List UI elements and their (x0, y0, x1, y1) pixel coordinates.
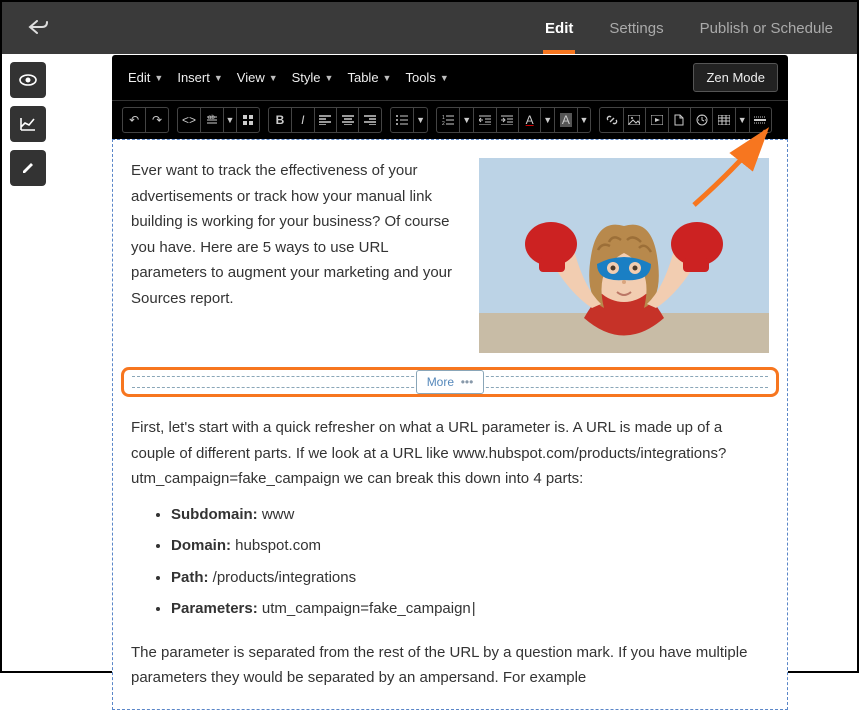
bullet-list-button[interactable] (391, 108, 413, 132)
find-replace-button[interactable]: ab (200, 108, 222, 132)
text-color-dropdown[interactable]: ▼ (540, 108, 554, 132)
editor: Edit▼ Insert▼ View▼ Style▼ Table▼ Tools▼… (112, 55, 788, 710)
content-editable-area[interactable]: Ever want to track the effectiveness of … (112, 139, 788, 710)
text-color-button[interactable]: A (518, 108, 540, 132)
page-button[interactable] (668, 108, 690, 132)
hr-button[interactable] (749, 108, 771, 132)
chevron-down-icon: ▼ (154, 73, 163, 83)
list-item: Subdomain: www (171, 502, 769, 528)
bg-color-button[interactable]: A (554, 108, 576, 132)
link-button[interactable] (600, 108, 622, 132)
preview-button[interactable] (10, 62, 46, 98)
source-code-button[interactable]: <> (178, 108, 200, 132)
tab-settings-label: Settings (609, 20, 663, 37)
chevron-down-icon: ▼ (269, 73, 278, 83)
analytics-button[interactable] (10, 106, 46, 142)
menu-edit[interactable]: Edit▼ (122, 66, 169, 89)
svg-text:2: 2 (442, 121, 445, 125)
number-list-button[interactable]: 12 (437, 108, 459, 132)
menu-tools[interactable]: Tools▼ (399, 66, 454, 89)
zen-mode-button[interactable]: Zen Mode (693, 63, 778, 92)
top-nav: Edit Settings Publish or Schedule (545, 2, 837, 54)
url-parts-list: Subdomain: www Domain: hubspot.com Path:… (171, 502, 769, 622)
bg-color-dropdown[interactable]: ▼ (577, 108, 591, 132)
special-char-button[interactable] (690, 108, 712, 132)
tab-settings[interactable]: Settings (609, 2, 663, 54)
list-item: Path: /products/integrations (171, 565, 769, 591)
number-list-dropdown[interactable]: ▼ (459, 108, 473, 132)
chevron-down-icon: ▼ (440, 73, 449, 83)
rich-text-toolbar: Edit▼ Insert▼ View▼ Style▼ Table▼ Tools▼… (112, 55, 788, 139)
tab-publish-label: Publish or Schedule (700, 20, 833, 37)
intro-paragraph: Ever want to track the effectiveness of … (131, 158, 465, 353)
refresher-paragraph: First, let's start with a quick refreshe… (131, 415, 769, 492)
undo-button[interactable]: ↶ (123, 108, 145, 132)
menu-style[interactable]: Style▼ (286, 66, 340, 89)
find-dropdown[interactable]: ▼ (223, 108, 237, 132)
menu-table[interactable]: Table▼ (341, 66, 397, 89)
redo-button[interactable]: ↷ (145, 108, 167, 132)
chevron-down-icon: ▼ (383, 73, 392, 83)
outdent-button[interactable] (473, 108, 495, 132)
menu-insert[interactable]: Insert▼ (171, 66, 228, 89)
edit-button[interactable] (10, 150, 46, 186)
list-item: Domain: hubspot.com (171, 533, 769, 559)
more-label: More (427, 375, 454, 389)
top-bar: Edit Settings Publish or Schedule (2, 2, 857, 54)
bullet-list-dropdown[interactable]: ▼ (413, 108, 427, 132)
hero-image[interactable] (479, 158, 769, 353)
side-tools (10, 62, 46, 186)
table-button[interactable] (712, 108, 734, 132)
tab-edit-label: Edit (545, 20, 573, 37)
outro-paragraph: The parameter is separated from the rest… (131, 640, 769, 691)
video-button[interactable] (645, 108, 667, 132)
align-right-button[interactable] (358, 108, 380, 132)
svg-text:ab: ab (208, 115, 215, 121)
formats-button[interactable] (236, 108, 258, 132)
chevron-down-icon: ▼ (325, 73, 334, 83)
italic-button[interactable]: I (291, 108, 313, 132)
image-button[interactable] (623, 108, 645, 132)
tab-publish[interactable]: Publish or Schedule (700, 2, 833, 54)
menu-view[interactable]: View▼ (231, 66, 284, 89)
toolbar-buttons-row: ↶ ↷ <> ab ▼ B I ▼ 12 ▼ (112, 101, 788, 139)
align-left-button[interactable] (314, 108, 336, 132)
align-center-button[interactable] (336, 108, 358, 132)
indent-button[interactable] (496, 108, 518, 132)
dots-icon: ••• (461, 375, 474, 389)
table-dropdown[interactable]: ▼ (735, 108, 749, 132)
read-more-separator[interactable]: More ••• (121, 367, 779, 397)
back-button[interactable] (28, 17, 48, 40)
bold-button[interactable]: B (269, 108, 291, 132)
tab-edit[interactable]: Edit (545, 2, 573, 54)
list-item: Parameters: utm_campaign=fake_campaign (171, 596, 769, 622)
chevron-down-icon: ▼ (214, 73, 223, 83)
